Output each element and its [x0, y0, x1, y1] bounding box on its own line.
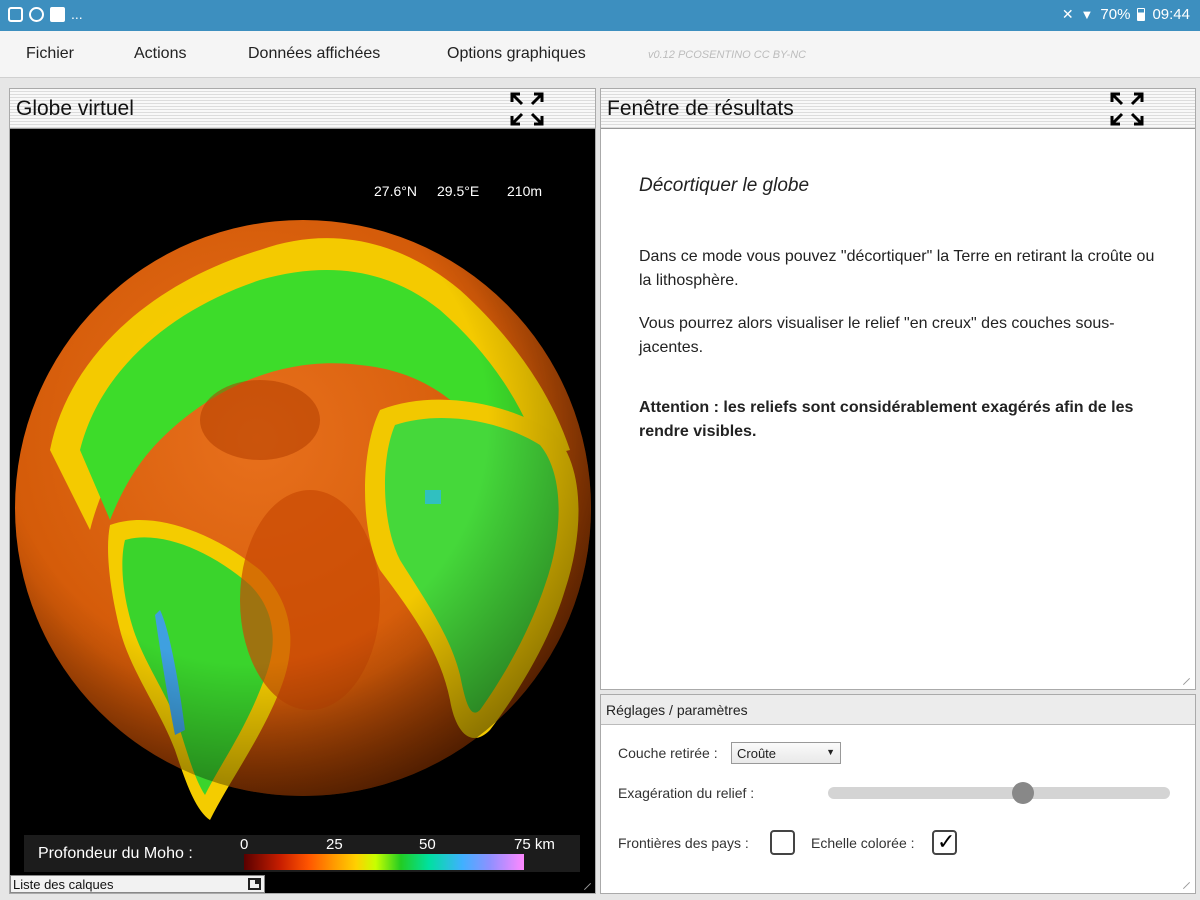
globe-viewport[interactable]: 27.6°N 29.5°E 210m Profondeur du Moho : … [10, 130, 595, 893]
settings-panel: Réglages / paramètres Couche retirée : C… [600, 694, 1196, 894]
menu-bar: Fichier Actions Données affichées Option… [0, 31, 1200, 78]
menu-fichier[interactable]: Fichier [26, 45, 74, 63]
layers-expand-icon[interactable] [248, 878, 261, 890]
results-paragraph-1: Dans ce mode vous pouvez "décortiquer" l… [639, 248, 1155, 289]
legend-color-bar [244, 854, 524, 870]
globe-shading [15, 220, 591, 796]
layers-list-bar[interactable]: Liste des calques [10, 875, 265, 893]
globe-panel-title: Globe virtuel [16, 97, 134, 120]
mute-icon: ✕ [1061, 6, 1074, 22]
dropdown-arrow-icon: ▼ [826, 747, 835, 757]
country-borders-label: Frontières des pays : [618, 835, 749, 851]
color-scale-label: Echelle colorée : [811, 835, 915, 851]
app-notification-icon [29, 6, 44, 22]
legend-tick-25: 25 [326, 836, 343, 853]
menu-donnees-affichees[interactable]: Données affichées [248, 45, 380, 63]
country-borders-checkbox[interactable] [770, 830, 795, 855]
color-scale-checkbox[interactable]: ✓ [932, 829, 957, 855]
latitude-readout: 27.6°N [374, 183, 417, 199]
moho-depth-legend: Profondeur du Moho : 0 25 50 75 km [24, 835, 580, 872]
gallery-icon [8, 6, 23, 22]
legend-tick-0: 0 [240, 836, 249, 853]
legend-label: Profondeur du Moho : [38, 845, 193, 862]
relief-exaggeration-slider[interactable] [828, 782, 1170, 804]
status-bar: ... ✕ ▼ 70% 09:44 [0, 0, 1200, 31]
globe-panel: Globe virtuel 27.6°N 29.5°E 210m Profond… [9, 88, 596, 894]
checkmark-icon: ✓ [937, 829, 956, 854]
expand-icon[interactable] [1109, 91, 1145, 127]
legend-tick-50: 50 [419, 836, 436, 853]
layer-removed-value: Croûte [737, 746, 777, 761]
globe-3d-render[interactable] [10, 130, 595, 893]
results-panel: Fenêtre de résultats Décortiquer le glob… [600, 88, 1196, 690]
results-warning: Attention : les reliefs sont considérabl… [639, 399, 1134, 440]
resize-grip-icon[interactable] [1182, 676, 1192, 686]
layers-list-label: Liste des calques [13, 877, 114, 892]
layer-removed-label: Couche retirée : [618, 745, 718, 761]
longitude-readout: 29.5°E [437, 183, 480, 199]
slider-thumb[interactable] [1012, 782, 1034, 804]
settings-panel-title: Réglages / paramètres [606, 702, 748, 718]
expand-icon[interactable] [509, 91, 545, 127]
layer-removed-select[interactable]: Croûte ▼ [731, 742, 841, 764]
results-paragraph-2: Vous pourrez alors visualiser le relief … [639, 315, 1115, 356]
system-status: ✕ ▼ 70% 09:44 [1062, 6, 1190, 23]
settings-panel-header: Réglages / paramètres [601, 695, 1195, 725]
notification-icons: ... [8, 6, 83, 22]
version-label: v0.12 PCOSENTINO CC BY-NC [648, 49, 807, 61]
more-notifications-indicator: ... [71, 6, 83, 22]
legend-tick-75: 75 km [514, 836, 555, 853]
facebook-icon [50, 6, 65, 22]
menu-actions[interactable]: Actions [134, 45, 186, 63]
clock: 09:44 [1152, 6, 1190, 23]
menu-options-graphiques[interactable]: Options graphiques [447, 45, 586, 63]
battery-icon [1137, 8, 1146, 21]
results-content: Décortiquer le globe Dans ce mode vous p… [639, 175, 1159, 444]
results-panel-header: Fenêtre de résultats [601, 89, 1195, 129]
altitude-readout: 210m [507, 183, 543, 199]
resize-grip-icon[interactable] [583, 881, 593, 891]
battery-percent: 70% [1100, 6, 1131, 23]
relief-exaggeration-label: Exagération du relief : [618, 785, 755, 801]
resize-grip-icon[interactable] [1182, 880, 1192, 890]
results-heading: Décortiquer le globe [639, 175, 810, 196]
wifi-icon: ▼ [1080, 7, 1094, 22]
results-panel-title: Fenêtre de résultats [607, 97, 794, 120]
globe-panel-header: Globe virtuel [10, 89, 595, 129]
